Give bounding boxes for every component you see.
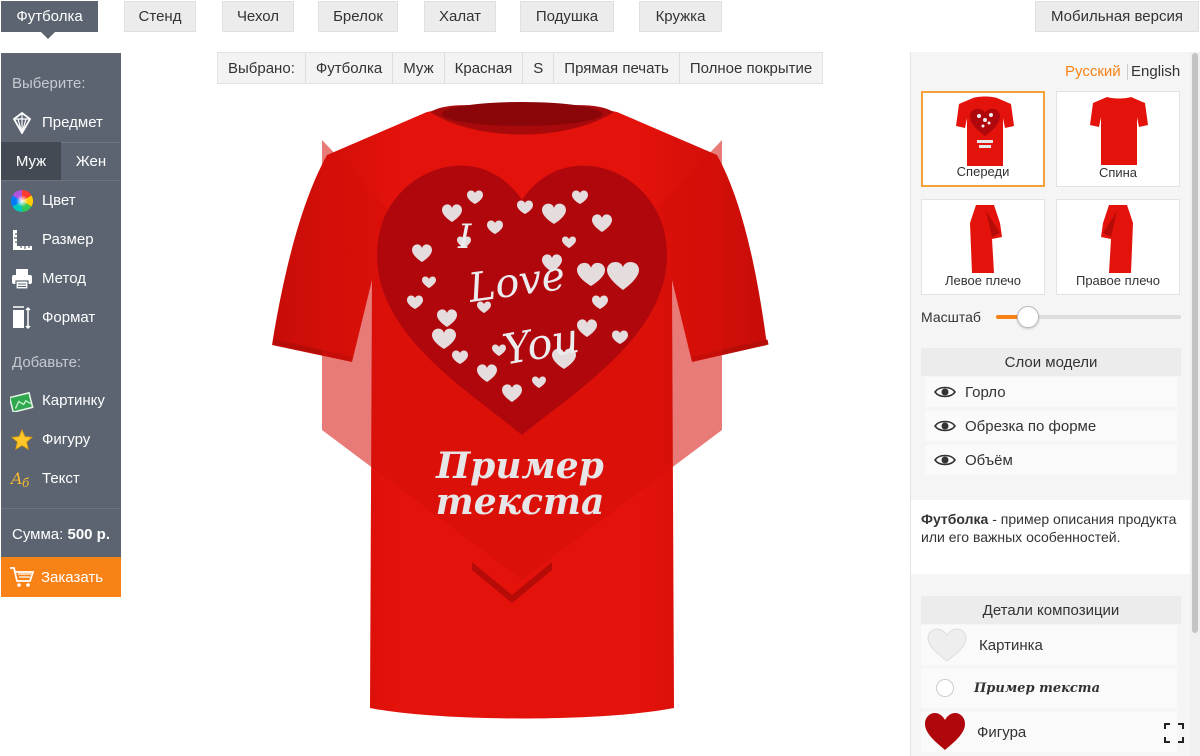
- view-right-shoulder[interactable]: Правое плечо: [1056, 199, 1180, 295]
- sidebar-item-subject[interactable]: Предмет: [1, 103, 121, 142]
- view-left-label: Левое плечо: [944, 273, 1022, 288]
- composition-item-picture[interactable]: Картинка: [921, 625, 1177, 665]
- active-tab-caret: [41, 32, 55, 39]
- format-resize-icon: [10, 305, 34, 330]
- picture-icon: [10, 389, 34, 413]
- composition-item-text[interactable]: Пример текста: [921, 668, 1177, 708]
- composition-label: Пример текста: [974, 680, 1100, 696]
- sidebar-item-label: Размер: [42, 231, 94, 248]
- composition-label: Картинка: [979, 636, 1043, 654]
- sidebar-item-label: Фигуру: [42, 431, 91, 448]
- tshirt-left-thumb: [970, 205, 1002, 273]
- sidebar-item-method[interactable]: Метод: [1, 259, 121, 298]
- gender-female-button[interactable]: Жен: [61, 142, 121, 180]
- design-text-i: I: [457, 217, 472, 257]
- product-description: Футболка - пример описания продукта или …: [911, 500, 1190, 574]
- tshirt-back-thumb: [1090, 97, 1148, 165]
- diamond-icon: [10, 111, 34, 135]
- sample-text-line2: текста: [436, 481, 605, 523]
- order-label: Заказать: [41, 568, 104, 586]
- eye-icon[interactable]: [934, 385, 956, 399]
- printer-icon: [10, 267, 34, 291]
- add-heading: Добавьте:: [12, 354, 82, 371]
- tab-pillow[interactable]: Подушка: [520, 1, 614, 32]
- selection-summary-bar: Выбрано: Футболка Муж Красная S Прямая п…: [217, 52, 824, 84]
- order-button[interactable]: Заказать: [1, 557, 121, 597]
- view-left-shoulder[interactable]: Левое плечо: [921, 199, 1045, 295]
- fullscreen-icon[interactable]: [1163, 722, 1185, 744]
- gender-male-button[interactable]: Муж: [1, 142, 61, 180]
- lang-english[interactable]: English: [1131, 63, 1180, 80]
- sum-value: 500 р.: [67, 525, 111, 543]
- tab-robe[interactable]: Халат: [424, 1, 496, 32]
- sidebar-item-label: Картинку: [42, 392, 105, 409]
- selected-coverage[interactable]: Полное покрытие: [680, 53, 822, 83]
- sidebar-item-label: Метод: [42, 270, 86, 287]
- sidebar-item-add-picture[interactable]: Картинку: [1, 381, 121, 420]
- heart-pattern-thumb: [927, 628, 967, 662]
- eye-icon[interactable]: [934, 419, 956, 433]
- view-right-label: Правое плечо: [1075, 273, 1161, 288]
- eye-icon[interactable]: [934, 453, 956, 467]
- layer-volume[interactable]: Объём: [925, 445, 1177, 475]
- composition-header: Детали композиции: [921, 596, 1181, 624]
- selected-color[interactable]: Красная: [445, 53, 524, 83]
- tab-case[interactable]: Чехол: [222, 1, 294, 32]
- composition-label: Фигура: [977, 723, 1027, 741]
- tab-keychain[interactable]: Брелок: [318, 1, 398, 32]
- selected-label: Выбрано:: [218, 53, 306, 83]
- sidebar-item-size[interactable]: Размер: [1, 220, 121, 259]
- selected-product[interactable]: Футболка: [306, 53, 394, 83]
- svg-text:б: б: [22, 476, 30, 490]
- sidebar-item-label: Предмет: [42, 114, 103, 131]
- lang-russian[interactable]: Русский: [1065, 63, 1121, 80]
- svg-text:A: A: [10, 469, 23, 488]
- radio-icon[interactable]: [936, 679, 954, 697]
- sidebar-item-color[interactable]: Цвет: [1, 181, 121, 220]
- mobile-version-button[interactable]: Мобильная версия: [1035, 1, 1199, 32]
- order-total: Сумма: 500 р.: [1, 515, 121, 553]
- layer-label: Обрезка по форме: [965, 417, 1097, 435]
- heart-icon: [925, 713, 965, 750]
- choose-heading: Выберите:: [12, 75, 86, 92]
- sidebar-item-format[interactable]: Формат: [1, 298, 121, 337]
- sidebar-item-label: Текст: [42, 470, 80, 487]
- lang-divider: [1127, 64, 1128, 80]
- sum-label: Сумма:: [12, 525, 64, 543]
- tshirt-canvas[interactable]: I Love You Пример текста: [262, 100, 782, 725]
- panel-scrollbar-thumb[interactable]: [1192, 53, 1198, 633]
- scale-slider-handle[interactable]: [1017, 306, 1039, 328]
- description-product: Футболка: [921, 511, 989, 527]
- layer-label: Объём: [965, 451, 1013, 469]
- tab-stand[interactable]: Стенд: [124, 1, 196, 32]
- composition-item-shape[interactable]: Фигура: [921, 712, 1184, 752]
- view-back[interactable]: Спина: [1056, 91, 1180, 187]
- star-icon: [10, 428, 34, 452]
- selected-method[interactable]: Прямая печать: [554, 53, 680, 83]
- tshirt-right-thumb: [1101, 205, 1133, 273]
- view-front-label: Спереди: [956, 164, 1010, 179]
- sidebar-item-add-text[interactable]: Aб Текст: [1, 459, 121, 498]
- layer-crop[interactable]: Обрезка по форме: [925, 411, 1177, 441]
- tshirt-image: I Love You Пример текста: [272, 102, 769, 719]
- text-icon: Aб: [10, 467, 34, 491]
- sidebar-item-label: Цвет: [42, 192, 76, 209]
- view-front[interactable]: Спереди: [921, 91, 1045, 187]
- ruler-icon: [10, 228, 34, 252]
- tab-mug[interactable]: Кружка: [639, 1, 722, 32]
- scale-slider[interactable]: [996, 306, 1181, 328]
- layer-label: Горло: [965, 383, 1006, 401]
- sidebar-item-add-shape[interactable]: Фигуру: [1, 420, 121, 459]
- selected-gender[interactable]: Муж: [393, 53, 445, 83]
- layer-neck[interactable]: Горло: [925, 377, 1177, 407]
- view-back-label: Спина: [1098, 165, 1138, 180]
- tshirt-front-thumb: [956, 96, 1014, 166]
- selected-size[interactable]: S: [523, 53, 555, 83]
- color-wheel-icon: [10, 189, 34, 213]
- cart-icon: [9, 566, 35, 588]
- scale-label: Масштаб: [921, 309, 981, 325]
- tab-tshirt[interactable]: Футболка: [1, 1, 98, 32]
- layers-header: Слои модели: [921, 348, 1181, 376]
- sidebar-item-label: Формат: [42, 309, 96, 326]
